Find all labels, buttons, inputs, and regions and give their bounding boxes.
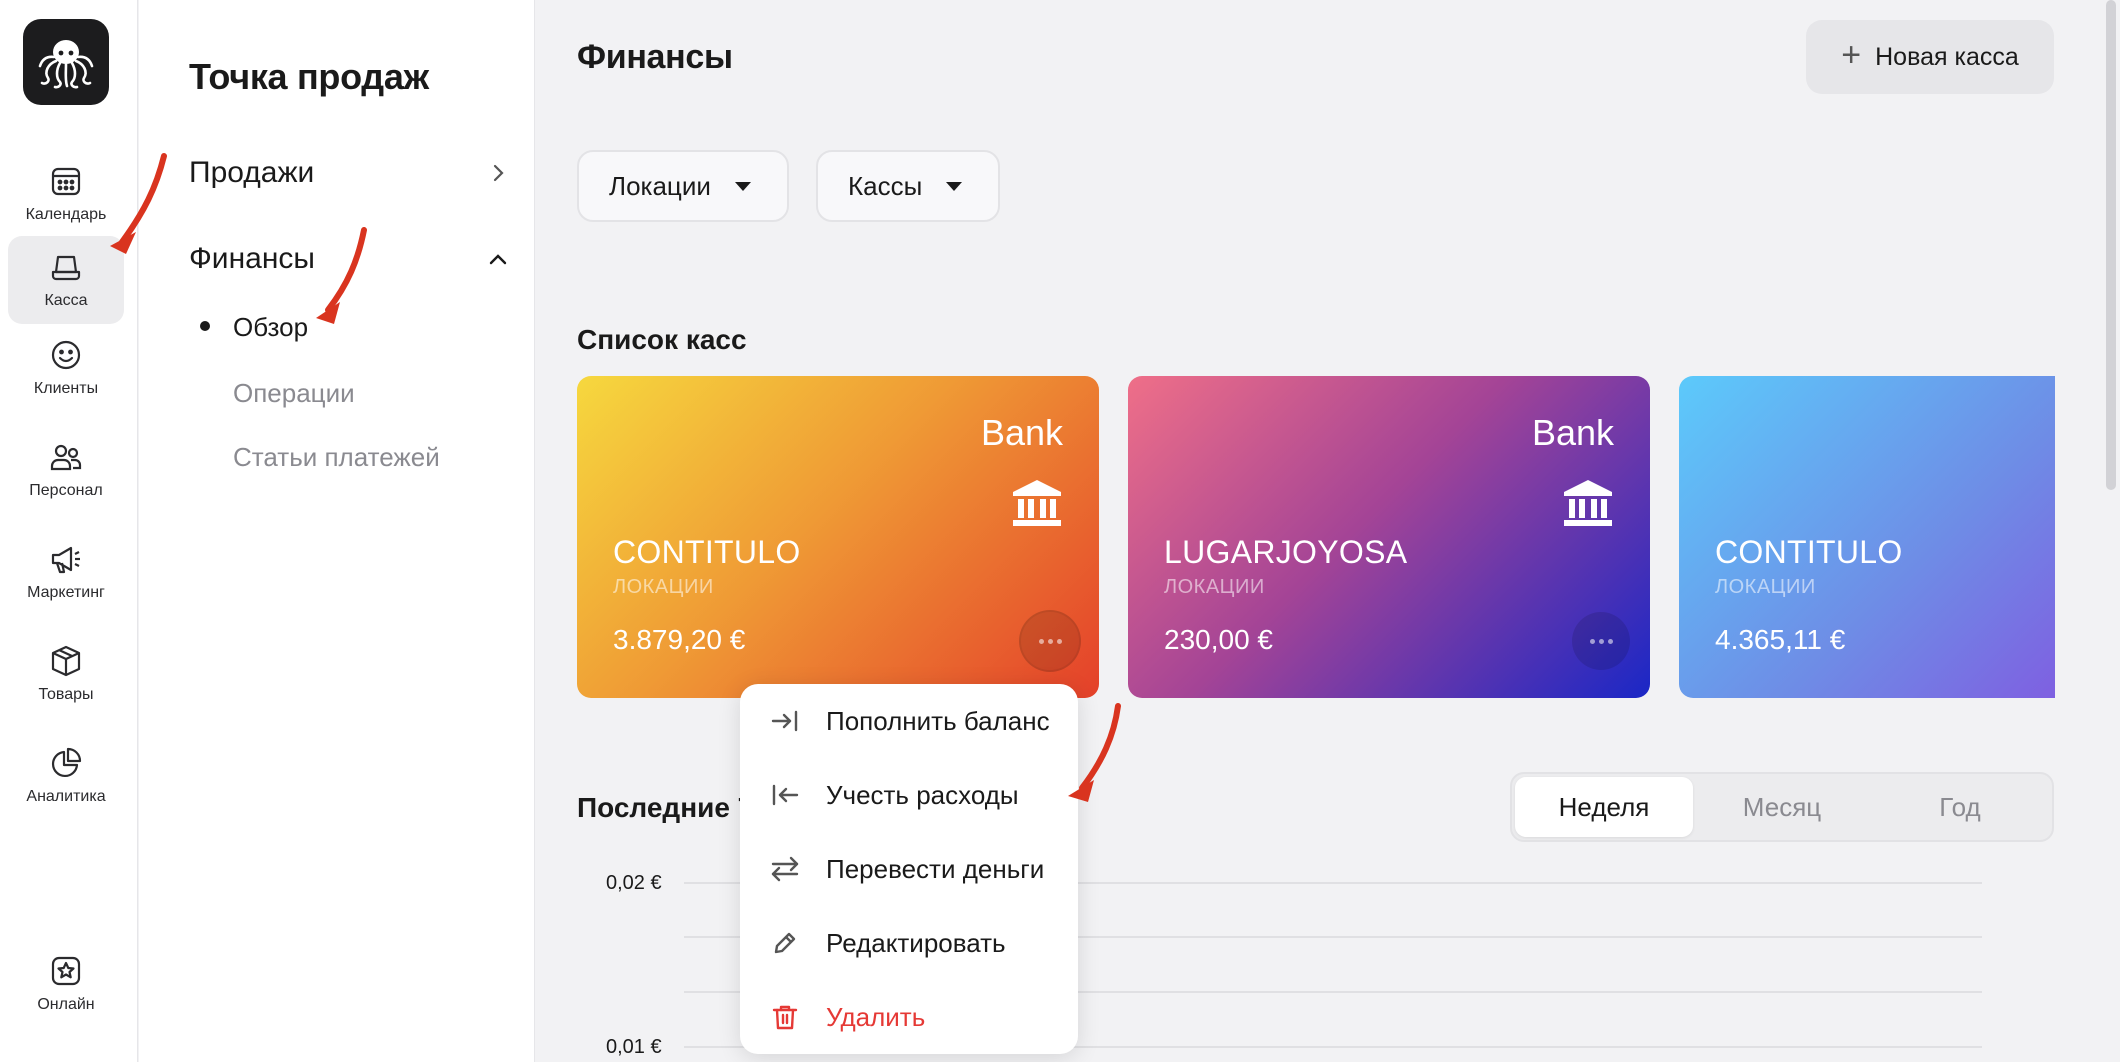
section-sidebar: Точка продаж Продажи Финансы Обзор Опера…	[139, 0, 535, 1062]
sidebar-item-operations[interactable]: Операции	[233, 378, 355, 409]
new-register-button[interactable]: + Новая касса	[1806, 20, 2054, 94]
card-name: LUGARJOYOSA	[1164, 534, 1408, 570]
more-dots-icon	[1038, 638, 1062, 644]
users-icon	[50, 444, 82, 471]
sidebar-item-payment-items[interactable]: Статьи платежей	[233, 442, 440, 473]
y-tick-label: 0,01 €	[606, 1036, 662, 1058]
bank-icon	[1013, 480, 1061, 526]
rail-label: Аналитика	[26, 788, 106, 805]
rail-label: Маркетинг	[27, 584, 105, 601]
menu-item-label: Удалить	[826, 1001, 926, 1032]
chevron-right-icon	[493, 164, 504, 182]
period-year[interactable]: Год	[1871, 777, 2049, 837]
rail-item-staff[interactable]: Персонал	[8, 426, 124, 514]
menu-item-delete[interactable]: Удалить	[740, 980, 1078, 1054]
calendar-icon	[51, 167, 81, 196]
period-week[interactable]: Неделя	[1515, 777, 1693, 837]
rail-label: Персонал	[29, 482, 103, 499]
rail-item-marketing[interactable]: Маркетинг	[8, 528, 124, 616]
period-month[interactable]: Месяц	[1693, 777, 1871, 837]
rail-label: Касса	[44, 292, 88, 309]
recent-section-title: Последние 7	[577, 792, 754, 823]
caret-down-icon	[946, 181, 963, 191]
period-switcher: Неделя Месяц Год	[1510, 772, 2054, 842]
card-location: ЛОКАЦИИ	[1715, 576, 1816, 598]
menu-item-transfer[interactable]: Перевести деньги	[740, 832, 1078, 906]
card-location: ЛОКАЦИИ	[613, 576, 714, 598]
arrow-into-bar-icon	[771, 710, 798, 732]
rail-label: Товары	[38, 686, 94, 703]
card-type: Bank	[1531, 412, 1614, 453]
card-location: ЛОКАЦИИ	[1164, 576, 1265, 598]
chevron-up-icon	[489, 254, 507, 265]
more-dots-icon	[1589, 638, 1613, 644]
cash-register-icon	[51, 255, 81, 281]
register-card[interactable]: Bank CONTITULO ЛОКАЦИИ 3.879,20 €	[577, 376, 1099, 698]
page-title: Финансы	[577, 38, 733, 76]
sidebar-group-finance[interactable]: Финансы	[189, 234, 509, 284]
rail-label: Клиенты	[33, 380, 99, 397]
pencil-icon	[774, 932, 796, 954]
pie-chart-icon	[51, 747, 82, 778]
register-card[interactable]: Bank LUGARJOYOSA ЛОКАЦИИ 230,00 €	[1128, 376, 1650, 698]
rail-label: Календарь	[25, 206, 107, 223]
filter-label: Локации	[609, 170, 711, 201]
card-more-button[interactable]	[1572, 612, 1630, 670]
active-bullet	[200, 321, 210, 331]
new-register-label: Новая касса	[1875, 42, 2019, 71]
rail-item-online[interactable]: Онлайн	[8, 940, 124, 1028]
sidebar-group-sales[interactable]: Продажи	[189, 148, 509, 198]
trash-icon	[772, 1005, 798, 1030]
sidebar-group-label: Финансы	[189, 242, 315, 275]
menu-item-label: Перевести деньги	[826, 853, 1045, 884]
octopus-logo-icon[interactable]	[23, 19, 109, 105]
arrow-out-bar-icon	[772, 784, 799, 806]
box-icon	[51, 645, 81, 677]
card-name: CONTITULO	[1715, 534, 1903, 570]
menu-item-top-up[interactable]: Пополнить баланс	[740, 684, 1078, 758]
card-name: CONTITULO	[613, 534, 801, 570]
sidebar-item-overview[interactable]: Обзор	[233, 312, 308, 343]
card-more-button[interactable]	[1021, 612, 1079, 670]
card-balance: 3.879,20 €	[613, 624, 746, 655]
registers-filter[interactable]: Кассы	[816, 150, 1000, 222]
y-tick-label: 0,02 €	[606, 872, 662, 894]
rail-item-calendar[interactable]: Календарь	[8, 150, 124, 238]
locations-filter[interactable]: Локации	[577, 150, 789, 222]
menu-item-label: Пополнить баланс	[826, 705, 1050, 736]
menu-item-label: Учесть расходы	[826, 779, 1019, 810]
card-context-menu: Пополнить баланс Учесть расходы Перевест…	[740, 684, 1078, 1054]
app-rail: Календарь Касса Клиенты Персонал Маркети…	[0, 0, 138, 1062]
bank-icon	[1564, 480, 1612, 526]
menu-item-label: Редактировать	[826, 927, 1006, 958]
card-balance: 230,00 €	[1164, 624, 1273, 655]
rail-label: Онлайн	[37, 996, 95, 1013]
rail-item-analytics[interactable]: Аналитика	[8, 732, 124, 820]
transfer-icon	[771, 856, 799, 882]
scrollbar-thumb[interactable]	[2106, 0, 2116, 490]
plus-icon: +	[1841, 36, 1862, 74]
smile-icon	[51, 340, 81, 370]
card-balance: 4.365,11 €	[1715, 624, 1846, 655]
megaphone-icon	[51, 546, 80, 574]
filter-label: Кассы	[848, 170, 923, 201]
register-list-title: Список касс	[577, 324, 747, 355]
star-badge-icon	[51, 956, 81, 986]
sidebar-group-label: Продажи	[189, 156, 315, 189]
rail-item-cash[interactable]: Касса	[8, 236, 124, 324]
menu-item-edit[interactable]: Редактировать	[740, 906, 1078, 980]
rail-item-products[interactable]: Товары	[8, 630, 124, 718]
menu-item-expenses[interactable]: Учесть расходы	[740, 758, 1078, 832]
rail-item-clients[interactable]: Клиенты	[8, 324, 124, 412]
card-type: Bank	[980, 412, 1063, 453]
caret-down-icon	[734, 181, 751, 191]
register-card[interactable]: CONTITULO ЛОКАЦИИ 4.365,11 €	[1679, 376, 2055, 698]
sidebar-title: Точка продаж	[189, 56, 429, 97]
